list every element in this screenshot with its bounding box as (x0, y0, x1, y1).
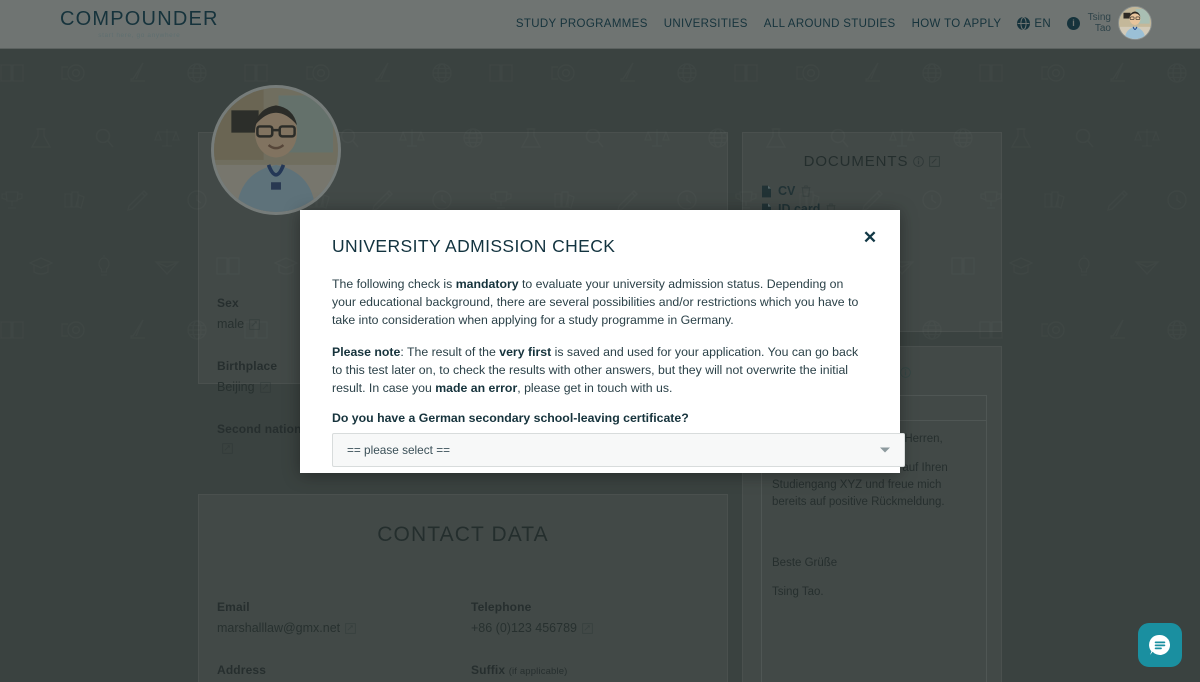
language-switcher[interactable]: EN (1017, 17, 1051, 30)
info-icon[interactable]: i (1067, 17, 1080, 30)
language-code: EN (1034, 17, 1051, 30)
nav-item-all-around-studies[interactable]: ALL AROUND STUDIES (764, 18, 896, 30)
university-admission-check-modal: ✕ UNIVERSITY ADMISSION CHECK The followi… (300, 210, 905, 473)
logo[interactable]: COMPOUNDER start here, go anywhere (60, 8, 219, 39)
modal-paragraph-2: Please note: The result of the very firs… (332, 343, 870, 397)
modal-text-bold: very first (499, 345, 552, 359)
admission-question-label: Do you have a German secondary school-le… (332, 411, 689, 425)
admission-select-value: == please select == (347, 443, 450, 457)
modal-paragraph-1: The following check is mandatory to eval… (332, 275, 870, 329)
nav-item-how-to-apply[interactable]: HOW TO APPLY (912, 18, 1002, 30)
user-menu[interactable]: Tsing Tao (1088, 6, 1152, 40)
user-name: Tsing Tao (1087, 12, 1111, 34)
chat-widget-button[interactable] (1138, 623, 1182, 667)
nav-item-universities[interactable]: UNIVERSITIES (664, 18, 748, 30)
avatar[interactable] (1118, 6, 1152, 40)
modal-text-bold: Please note (332, 345, 401, 359)
logo-tagline: start here, go anywhere (98, 32, 181, 39)
site-header: COMPOUNDER start here, go anywhere STUDY… (0, 0, 1200, 49)
app-page: TSING TAO My personal applicant profile … (0, 0, 1200, 682)
modal-text: : The result of the (400, 345, 500, 359)
globe-icon (1017, 17, 1031, 30)
modal-title: UNIVERSITY ADMISSION CHECK (332, 236, 616, 256)
modal-text-bold: mandatory (455, 277, 519, 291)
close-icon[interactable]: ✕ (858, 226, 882, 250)
admission-select[interactable]: == please select == (332, 433, 905, 467)
modal-text: The following check is (332, 277, 456, 291)
nav-item-study-programmes[interactable]: STUDY PROGRAMMES (516, 18, 648, 30)
logo-text: COMPOUNDER (60, 8, 219, 30)
modal-text: , please get in touch with us. (517, 381, 673, 395)
main-nav: STUDY PROGRAMMES UNIVERSITIES ALL AROUND… (516, 17, 1080, 30)
modal-text-bold: made an error (435, 381, 518, 395)
chevron-down-icon (880, 447, 890, 453)
chat-bubble-icon (1149, 634, 1171, 655)
